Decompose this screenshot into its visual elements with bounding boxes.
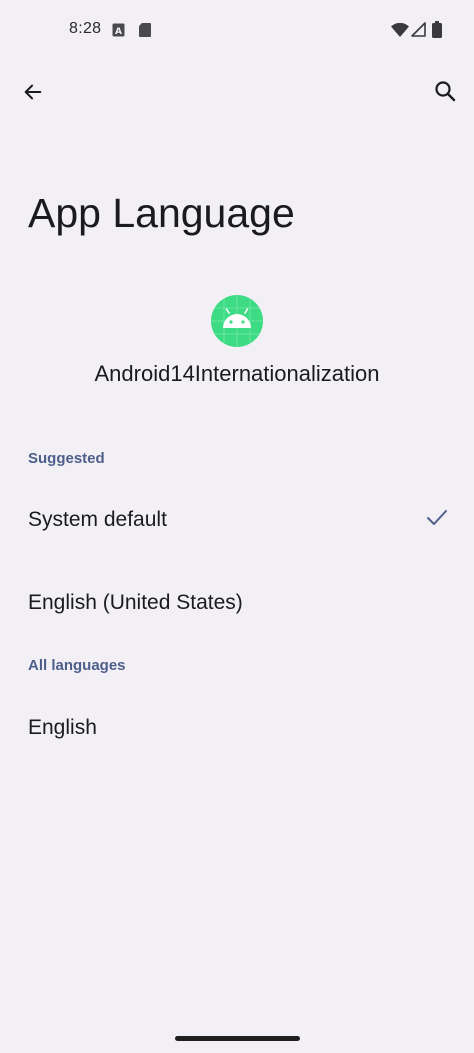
checkmark-icon (426, 509, 448, 532)
top-app-bar (0, 64, 474, 120)
search-icon (435, 81, 456, 102)
cellular-signal-icon (411, 22, 426, 42)
svg-text:A: A (115, 27, 122, 37)
language-label: English (28, 716, 97, 739)
sd-card-icon (139, 23, 151, 42)
search-button[interactable] (421, 67, 469, 115)
app-name: Android14Internationalization (94, 361, 380, 386)
language-label: System default (28, 508, 167, 531)
language-label: English (United States) (28, 591, 243, 614)
section-header-suggested: Suggested (28, 450, 105, 467)
language-item-english-united-states[interactable]: English (United States) (0, 567, 474, 639)
wifi-icon (391, 22, 409, 42)
gesture-nav-handle[interactable] (175, 1036, 300, 1041)
back-button[interactable] (9, 68, 57, 116)
arrow-left-icon (24, 84, 42, 100)
app-header: Android14Internationalization (0, 295, 474, 387)
page-title: App Language (28, 190, 295, 236)
section-header-all-languages: All languages (28, 657, 126, 674)
language-item-english[interactable]: English (0, 692, 474, 764)
language-item-system-default[interactable]: System default (0, 484, 474, 556)
battery-icon (432, 21, 442, 43)
android-robot-icon (211, 295, 263, 347)
keyboard-a-icon: A (112, 23, 125, 42)
status-bar: 8:28 A (0, 0, 474, 60)
status-time: 8:28 (69, 20, 102, 37)
